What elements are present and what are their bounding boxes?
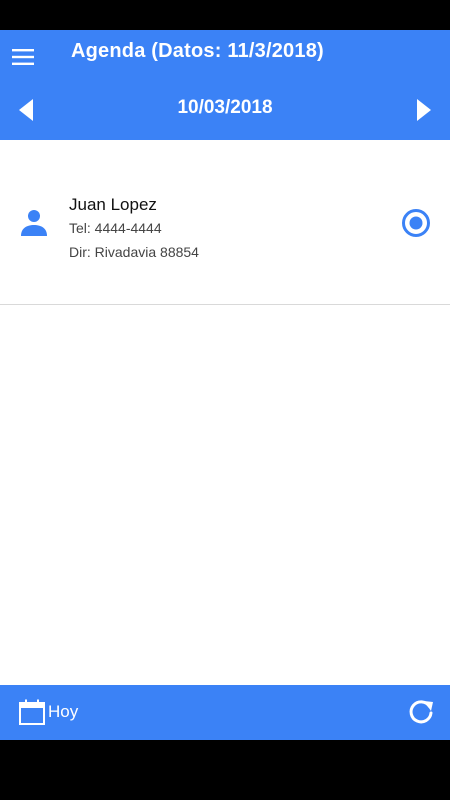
bottom-toolbar: Hoy — [0, 685, 450, 740]
page-title: Agenda (Datos: 11/3/2018) — [71, 40, 324, 62]
contact-phone: Tel: 4444-4444 — [69, 220, 162, 236]
system-navigation-bar — [0, 740, 450, 800]
menu-button[interactable] — [6, 42, 40, 72]
current-date: 10/03/2018 — [177, 97, 273, 118]
list-item[interactable]: Juan Lopez Tel: 4444-4444 Dir: Rivadavia… — [0, 140, 450, 305]
today-button[interactable]: Hoy — [18, 697, 78, 727]
refresh-icon — [409, 700, 433, 724]
person-icon — [21, 210, 47, 236]
selected-radio-button[interactable] — [400, 207, 432, 239]
calendar-icon — [19, 699, 45, 725]
agenda-list: Juan Lopez Tel: 4444-4444 Dir: Rivadavia… — [0, 140, 450, 685]
app-bar: Agenda (Datos: 11/3/2018) 10/03/2018 — [0, 30, 450, 170]
refresh-button[interactable] — [406, 697, 436, 727]
chevron-right-icon — [417, 99, 431, 121]
menu-icon — [12, 49, 34, 65]
status-bar — [0, 0, 450, 30]
next-date-button[interactable] — [406, 94, 442, 126]
contact-address: Dir: Rivadavia 88854 — [69, 244, 199, 260]
today-label: Hoy — [48, 702, 79, 721]
contact-name: Juan Lopez — [69, 195, 157, 214]
